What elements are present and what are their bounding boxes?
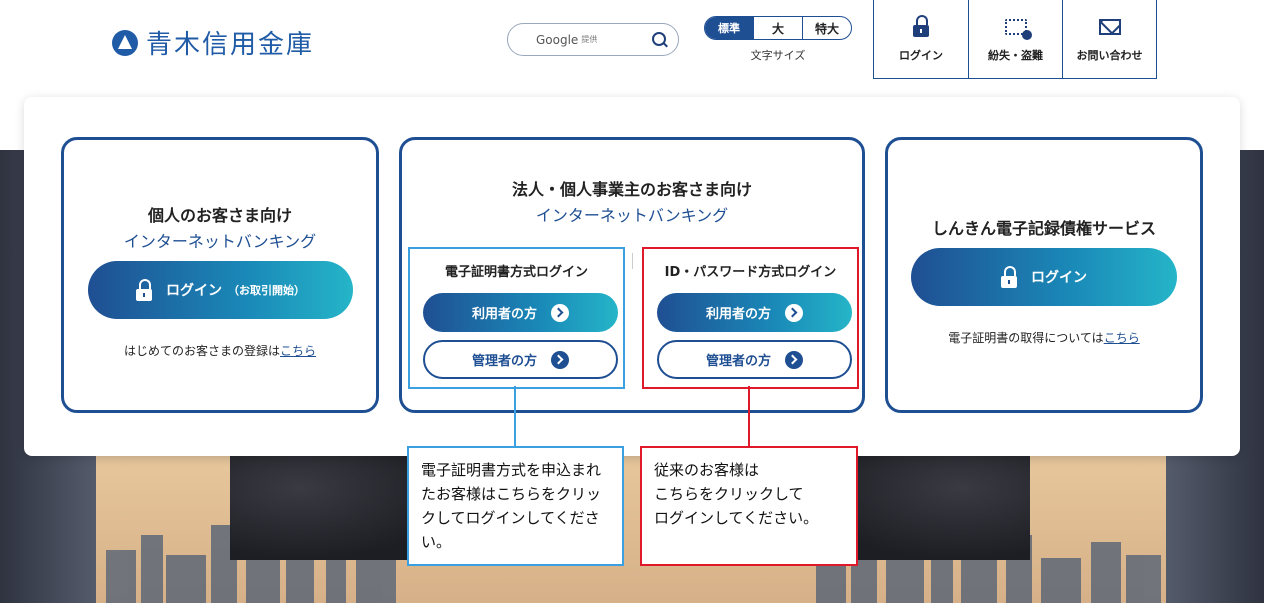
cert-login-box: 電子証明書方式ログイン 利用者の方 管理者の方 bbox=[408, 247, 625, 389]
cert-callout-connector bbox=[514, 386, 516, 446]
header-nav-contact-label: お問い合わせ bbox=[1076, 49, 1143, 62]
corporate-banking-card: 法人・個人事業主のお客さま向け インターネットバンキング 電子証明書方式ログイン… bbox=[399, 137, 865, 413]
personal-login-button[interactable]: ログイン （お取引開始） bbox=[88, 261, 353, 319]
idpw-login-box: ID・パスワード方式ログイン 利用者の方 管理者の方 bbox=[642, 247, 859, 389]
header-nav-login-label: ログイン bbox=[899, 49, 943, 62]
personal-register-link[interactable]: こちら bbox=[280, 344, 316, 358]
search-provider-sub: 提供 bbox=[581, 35, 598, 44]
densai-cert-text: 電子証明書の取得については bbox=[948, 331, 1104, 345]
idpw-callout-line-3: ログインしてください。 bbox=[654, 509, 819, 527]
chevron-right-icon bbox=[551, 350, 569, 369]
header-nav-lost-stolen-label: 紛失・盗難 bbox=[988, 49, 1043, 62]
cert-admin-label: 管理者の方 bbox=[471, 354, 537, 369]
personal-card-title: 個人のお客さま向け bbox=[147, 206, 292, 225]
site-header: 青木信用金庫 Google 提供 標準 大 特大 文字サイズ ログイン 紛失・盗… bbox=[0, 0, 1264, 96]
header-nav-login[interactable]: ログイン bbox=[874, 0, 968, 79]
chevron-right-icon bbox=[785, 303, 803, 322]
cert-admin-button[interactable]: 管理者の方 bbox=[423, 340, 618, 379]
idpw-login-title: ID・パスワード方式ログイン bbox=[664, 265, 837, 280]
idpw-callout-connector bbox=[748, 386, 750, 446]
search-box[interactable]: Google 提供 bbox=[507, 23, 679, 56]
personal-card-subtitle: インターネットバンキング bbox=[123, 232, 317, 251]
font-size-label: 文字サイズ bbox=[750, 49, 806, 62]
idpw-callout-line-2: こちらをクリックして bbox=[654, 485, 804, 503]
chevron-right-icon bbox=[551, 303, 569, 322]
cert-callout: 電子証明書方式を申込まれたお客様はこちらをクリックしてログインしてください。 bbox=[407, 446, 624, 566]
cert-user-label: 利用者の方 bbox=[471, 307, 537, 322]
personal-register-text: はじめてのお客さまの登録は bbox=[123, 344, 280, 358]
densai-cert-link[interactable]: こちら bbox=[1104, 331, 1140, 345]
bank-name: 青木信用金庫 bbox=[146, 30, 315, 60]
lock-icon bbox=[913, 15, 929, 37]
densai-cert-note: 電子証明書の取得についてはこちら bbox=[888, 329, 1200, 346]
font-size-standard[interactable]: 標準 bbox=[705, 17, 753, 39]
mail-icon bbox=[1098, 19, 1121, 35]
idpw-admin-button[interactable]: 管理者の方 bbox=[657, 340, 852, 379]
login-method-divider bbox=[632, 253, 633, 269]
densai-login-label: ログイン bbox=[1031, 270, 1087, 286]
personal-login-sub: （お取引開始） bbox=[228, 284, 305, 297]
search-icon[interactable] bbox=[652, 32, 666, 46]
bank-logo[interactable]: 青木信用金庫 bbox=[112, 24, 314, 61]
card-alert-icon bbox=[1004, 19, 1032, 40]
header-nav: ログイン 紛失・盗難 お問い合わせ bbox=[873, 0, 1157, 79]
lock-icon bbox=[136, 279, 152, 301]
lock-icon bbox=[1001, 266, 1017, 288]
idpw-user-label: 利用者の方 bbox=[705, 307, 771, 322]
personal-banking-card: 個人のお客さま向け インターネットバンキング ログイン （お取引開始） はじめて… bbox=[61, 137, 379, 413]
header-nav-contact[interactable]: お問い合わせ bbox=[1062, 0, 1156, 79]
font-size-extra-large[interactable]: 特大 bbox=[802, 17, 851, 39]
densai-login-button[interactable]: ログイン bbox=[911, 248, 1177, 306]
cert-login-title: 電子証明書方式ログイン bbox=[444, 265, 588, 280]
font-size-switcher: 標準 大 特大 bbox=[704, 16, 852, 40]
cert-user-button[interactable]: 利用者の方 bbox=[423, 293, 618, 332]
font-size-large[interactable]: 大 bbox=[753, 17, 802, 39]
idpw-user-button[interactable]: 利用者の方 bbox=[657, 293, 852, 332]
idpw-callout-line-1: 従来のお客様は bbox=[654, 461, 760, 479]
chevron-right-icon bbox=[785, 350, 803, 369]
bank-logo-mark bbox=[112, 29, 138, 56]
corporate-card-title: 法人・個人事業主のお客さま向け bbox=[511, 180, 752, 199]
search-provider-label: Google bbox=[536, 32, 579, 47]
personal-register-note: はじめてのお客さまの登録はこちら bbox=[64, 342, 376, 359]
login-panel: 個人のお客さま向け インターネットバンキング ログイン （お取引開始） はじめて… bbox=[24, 97, 1240, 456]
corporate-card-subtitle: インターネットバンキング bbox=[535, 206, 729, 225]
idpw-callout: 従来のお客様は こちらをクリックして ログインしてください。 bbox=[640, 446, 858, 566]
personal-login-label: ログイン bbox=[166, 283, 222, 299]
header-nav-lost-stolen[interactable]: 紛失・盗難 bbox=[968, 0, 1062, 79]
densai-card: しんきん電子記録債権サービス ログイン 電子証明書の取得についてはこちら bbox=[885, 137, 1203, 413]
idpw-admin-label: 管理者の方 bbox=[705, 354, 771, 369]
densai-card-title: しんきん電子記録債権サービス bbox=[931, 219, 1156, 238]
